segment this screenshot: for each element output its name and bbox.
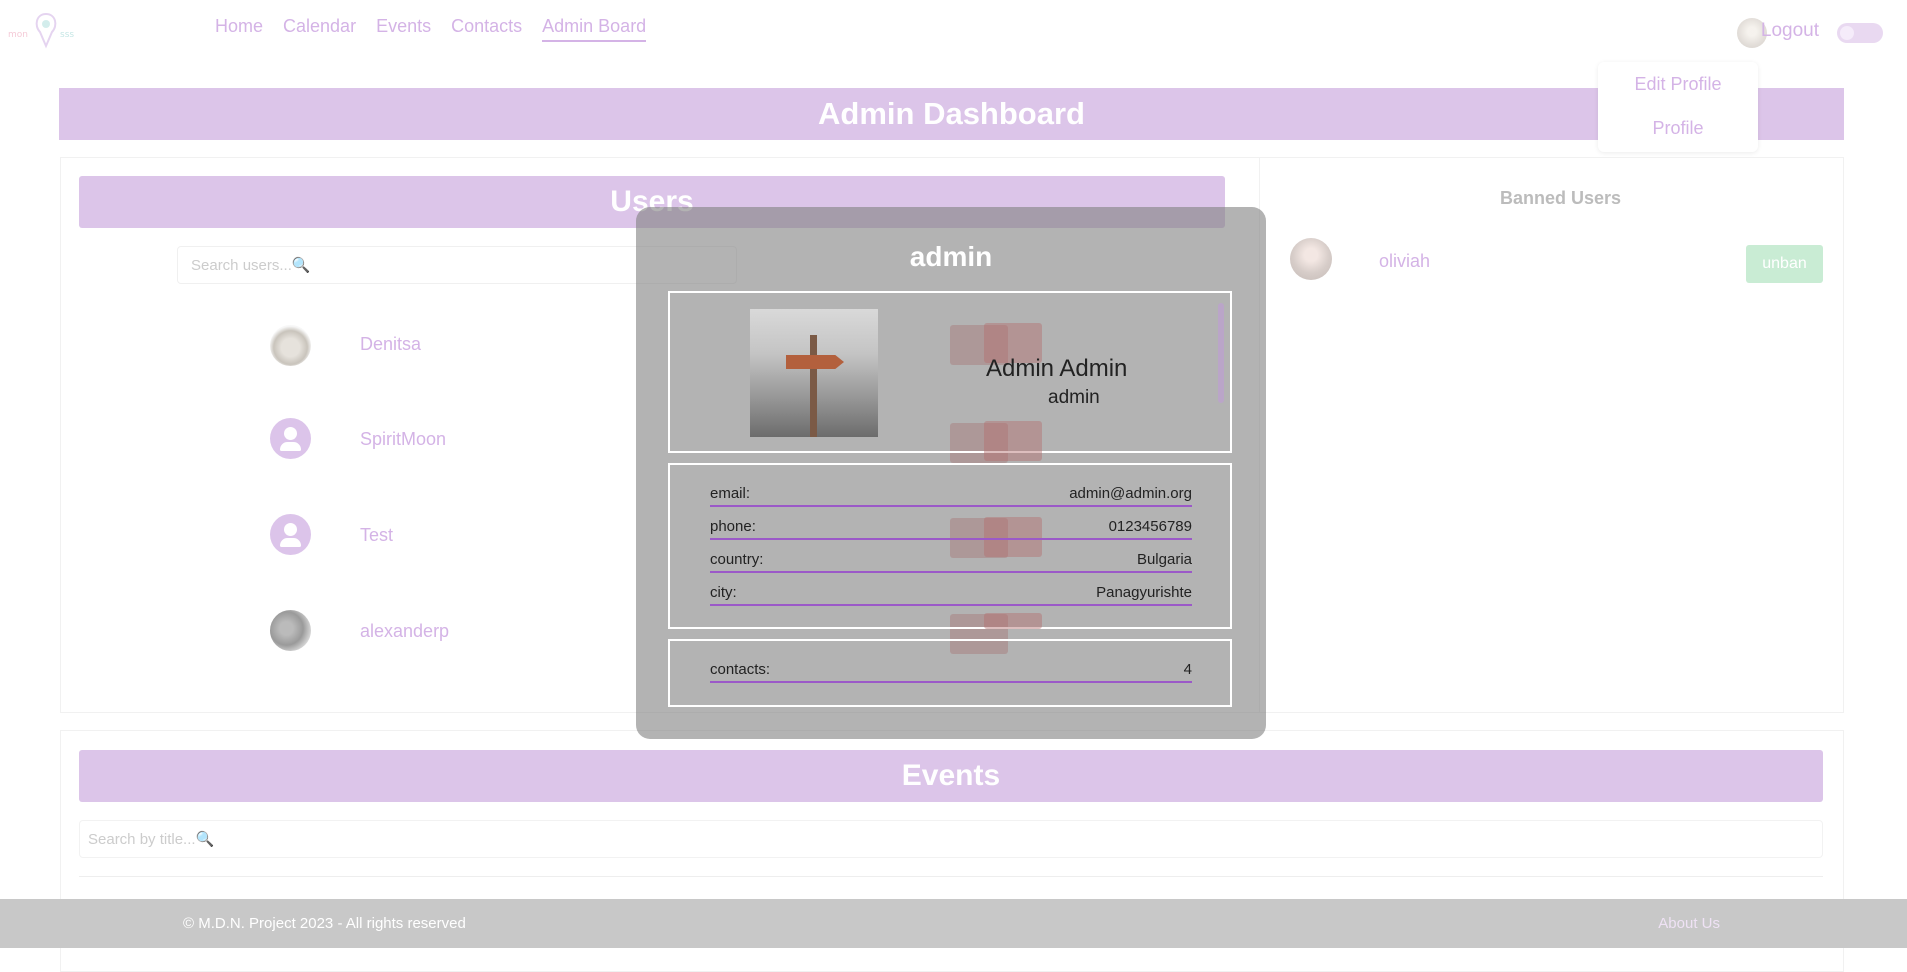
about-us-link[interactable]: About Us [1658,915,1720,932]
svg-text:sss: sss [60,30,74,40]
profile-full-name: Admin Admin [986,355,1128,382]
app-logo[interactable]: mon sss [6,10,86,52]
ban-button-behind [984,613,1042,629]
edit-profile-link[interactable]: Edit Profile [1598,74,1758,95]
field-value: admin@admin.org [1069,485,1192,502]
nav-calendar[interactable]: Calendar [283,16,356,42]
logout-link[interactable]: Logout [1761,20,1819,42]
nav-contacts[interactable]: Contacts [451,16,522,42]
profile-photo [750,309,878,437]
email-field: email: admin@admin.org [710,485,1192,507]
events-heading: Events [79,750,1823,802]
profile-link[interactable]: Profile [1598,118,1758,139]
user-name[interactable]: alexanderp [360,621,449,642]
field-label: city: [710,584,737,601]
field-label: phone: [710,518,756,535]
field-value: 4 [1183,661,1192,678]
modal-title: admin [909,241,993,272]
profile-contacts-box: contacts: 4 [668,639,1232,707]
profile-details-box: email: admin@admin.org phone: 0123456789… [668,463,1232,629]
unban-button[interactable]: unban [1746,245,1823,283]
field-value: Panagyurishte [1096,584,1192,601]
field-value: 0123456789 [1108,518,1192,535]
nav-home[interactable]: Home [215,16,263,42]
copyright-text: © M.D.N. Project 2023 - All rights reser… [183,915,466,932]
city-field: city: Panagyurishte [710,584,1192,606]
ban-button-behind [984,421,1042,461]
country-field: country: Bulgaria [710,551,1192,573]
banned-user-avatar [1290,238,1332,280]
banned-user-name[interactable]: oliviah [1379,251,1430,272]
user-avatar [270,610,311,651]
page-title: Admin Dashboard [59,88,1844,140]
svg-text:mon: mon [8,30,28,40]
banned-users-title: Banned Users [1500,188,1622,208]
user-name[interactable]: Test [360,525,393,546]
banned-users-panel [1259,157,1844,713]
field-label: contacts: [710,661,771,678]
search-events-input[interactable]: Search by title...🔍 [79,820,1823,858]
profile-dropdown: Edit Profile Profile [1598,62,1758,152]
main-nav: Home Calendar Events Contacts Admin Boar… [215,16,647,42]
field-label: country: [710,551,764,568]
footer: © M.D.N. Project 2023 - All rights reser… [0,899,1907,948]
field-label: email: [710,485,751,502]
nav-events[interactable]: Events [376,16,431,42]
scrollbar[interactable] [1218,303,1224,403]
divider [79,876,1823,877]
theme-toggle[interactable] [1837,23,1883,43]
user-profile-modal[interactable]: admin Admin Admin admin email: admin@adm… [636,207,1266,739]
user-avatar [270,325,311,366]
user-name[interactable]: SpiritMoon [360,429,446,450]
user-avatar [270,418,311,459]
profile-header-box: Admin Admin admin [668,291,1232,461]
nav-admin-board[interactable]: Admin Board [542,16,647,42]
phone-field: phone: 0123456789 [710,518,1192,540]
user-avatar [270,514,311,555]
toggle-knob [1840,26,1854,40]
contacts-field: contacts: 4 [710,661,1192,683]
profile-username: admin [1048,387,1100,408]
field-value: Bulgaria [1136,551,1192,568]
user-name[interactable]: Denitsa [360,334,421,355]
